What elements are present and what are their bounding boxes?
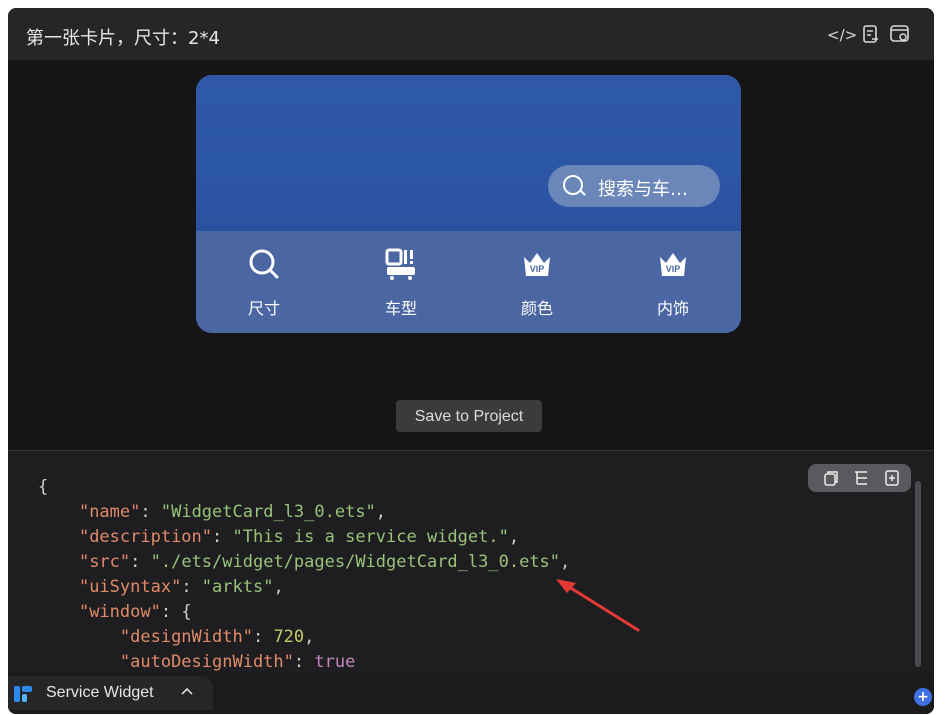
service-widget-card[interactable]: 搜索与车… 尺寸 车型 VIP 颜色 VIP 内饰 <box>196 75 741 333</box>
search-pill[interactable]: 搜索与车… <box>548 165 720 207</box>
code-value: "WidgetCard_l3_0.ets" <box>160 502 376 522</box>
code-icon[interactable]: </> <box>827 24 857 46</box>
preview-settings-icon[interactable] <box>889 24 911 46</box>
entry-interior[interactable]: VIP 内饰 <box>628 247 718 318</box>
add-icon[interactable]: + <box>914 688 932 706</box>
entry-car-model[interactable]: 车型 <box>356 247 446 318</box>
code-toolbar <box>808 464 911 492</box>
search-icon <box>563 175 583 195</box>
entry-label: 颜色 <box>520 299 553 318</box>
status-bar: Service Widget + <box>8 672 934 714</box>
search-pill-text: 搜索与车… <box>598 179 688 200</box>
save-to-project-button[interactable]: Save to Project <box>396 400 542 432</box>
title-bar: 第一张卡片，尺寸：2*4 </> <box>8 8 934 61</box>
vip-crown-icon: VIP <box>660 253 686 276</box>
copy-icon[interactable] <box>822 469 840 487</box>
svg-text:VIP: VIP <box>666 264 681 274</box>
code-view[interactable]: { "name": "WidgetCard_l3_0.ets", "descri… <box>38 475 570 675</box>
chevron-up-icon[interactable] <box>180 684 194 700</box>
card-entries: 尺寸 车型 VIP 颜色 VIP 内饰 <box>196 231 741 333</box>
page-title: 第一张卡片，尺寸：2*4 <box>26 28 220 49</box>
vip-crown-icon: VIP <box>524 253 550 276</box>
entry-label: 尺寸 <box>247 299 280 318</box>
service-widget-tab[interactable]: Service Widget <box>8 676 213 710</box>
entry-label: 内饰 <box>656 299 689 318</box>
tree-icon[interactable] <box>852 469 870 487</box>
red-annotation-arrow <box>556 579 640 632</box>
insert-file-icon[interactable] <box>883 469 901 487</box>
entry-label: 车型 <box>384 299 417 318</box>
entry-color[interactable]: VIP 颜色 <box>492 247 582 318</box>
svg-text:VIP: VIP <box>530 264 545 274</box>
entry-size[interactable]: 尺寸 <box>219 247 309 318</box>
service-widget-label: Service Widget <box>46 684 154 701</box>
card-banner: 搜索与车… <box>196 75 741 231</box>
car-model-icon <box>385 248 415 280</box>
app-window: 第一张卡片，尺寸：2*4 </> 搜索与车… 尺寸 车型 VIP 颜色 VIP … <box>8 8 934 714</box>
code-key: "name" <box>78 502 141 522</box>
app-logo-icon <box>14 686 32 702</box>
search-icon <box>249 249 279 279</box>
document-list-icon[interactable] <box>860 24 882 46</box>
code-scrollbar[interactable] <box>915 481 921 667</box>
code-panel[interactable]: { "name": "WidgetCard_l3_0.ets", "descri… <box>8 450 934 673</box>
widget-preview-area: 搜索与车… 尺寸 车型 VIP 颜色 VIP 内饰 Save to Projec… <box>8 60 934 450</box>
